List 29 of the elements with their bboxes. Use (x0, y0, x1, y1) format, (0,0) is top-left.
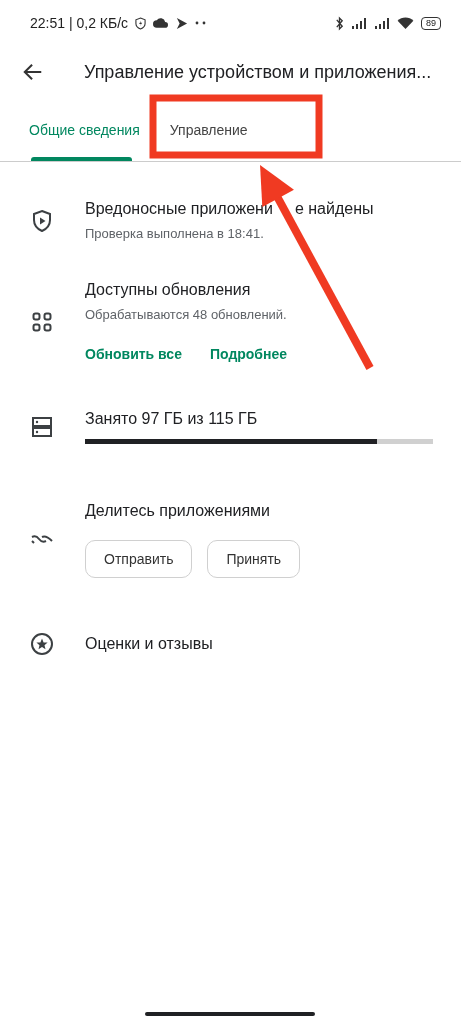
screen-title: Управление устройством и приложения... (84, 61, 432, 83)
section-title: Делитесь приложениями (85, 502, 271, 520)
star-circle-icon (30, 632, 54, 656)
play-icon (175, 16, 189, 30)
outline-button[interactable]: Отправить (85, 540, 193, 578)
status-time: 22:51 | 0,2 КБ/с (30, 15, 129, 31)
storage-icon (30, 415, 54, 439)
bluetooth-icon (335, 15, 344, 31)
signal-icon (351, 17, 367, 29)
more-dots-icon (195, 21, 208, 25)
shield-bolt-icon (135, 16, 147, 30)
section-subtitle: Проверка выполнена в 18:41. (85, 226, 265, 241)
section-title: Оценки и отзывы (85, 635, 214, 653)
section-title: Доступны обновления (85, 281, 252, 299)
battery-icon: 89 (421, 16, 441, 30)
section-subtitle: Обрабатываются 48 обновлений. (85, 307, 288, 322)
outline-button[interactable]: Принять (207, 540, 301, 578)
section-title: е найдены (294, 200, 374, 218)
tab[interactable]: Управление (169, 98, 248, 161)
text-link[interactable]: Подробнее (209, 346, 288, 362)
wifi-icon (397, 16, 414, 30)
section-title: Вредоносные приложени (85, 200, 273, 218)
signal-icon (374, 17, 390, 29)
tab[interactable]: Общие сведения (29, 98, 140, 161)
back-arrow-icon[interactable] (22, 61, 44, 83)
cloud-icon (153, 18, 169, 28)
section-title: Занято 97 ГБ из 115 ГБ (85, 410, 259, 428)
shield-play-icon (30, 208, 54, 233)
text-link[interactable]: Обновить все (85, 346, 182, 362)
